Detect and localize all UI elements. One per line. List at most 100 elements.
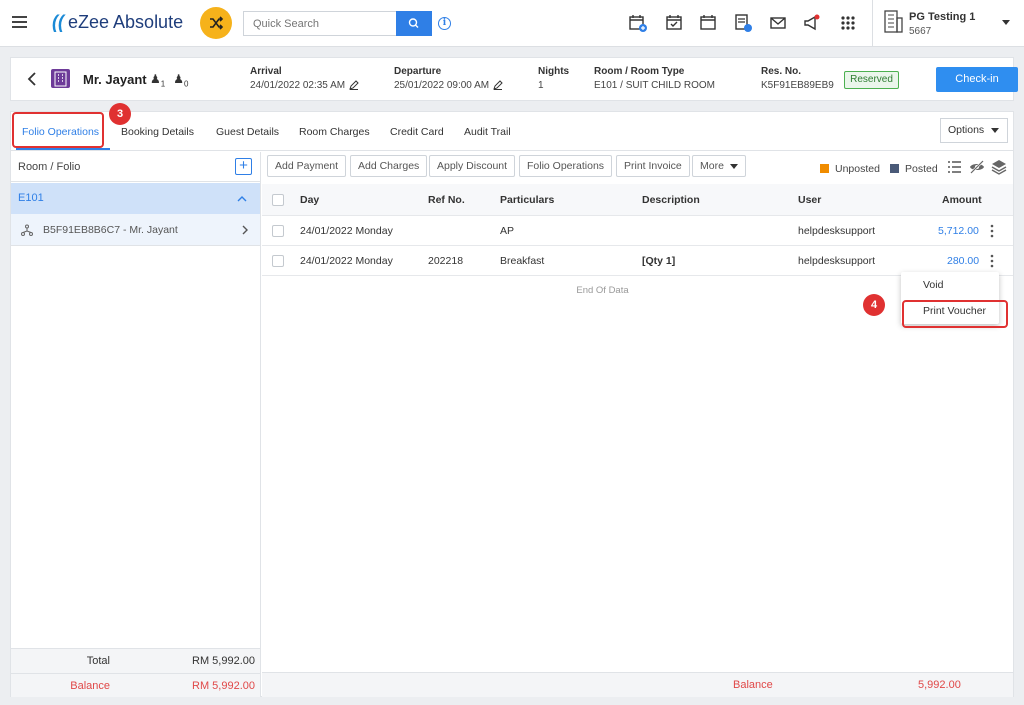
cell-particulars: Breakfast [500, 255, 545, 267]
cell-user: helpdesksupport [798, 255, 876, 267]
col-description[interactable]: Description [642, 194, 700, 206]
chevron-right-icon[interactable] [242, 225, 249, 235]
edit-icon[interactable] [493, 80, 503, 91]
chevron-up-icon[interactable] [237, 195, 247, 202]
res-no-field: Res. No. K5F91EB89EB9 [761, 66, 834, 91]
tab-room-charges[interactable]: Room Charges [299, 126, 370, 138]
list-icon[interactable] [946, 159, 962, 175]
apply-discount-button[interactable]: Apply Discount [429, 155, 516, 177]
back-icon[interactable] [27, 72, 36, 86]
hotel-icon [51, 69, 70, 88]
annotation-highlight-folio-tab [12, 112, 104, 148]
unposted-legend: Unposted [820, 163, 880, 175]
calendar-add-icon[interactable] [628, 13, 648, 33]
add-folio-button[interactable]: + [235, 158, 252, 175]
tab-booking-details[interactable]: Booking Details [121, 126, 194, 138]
eye-off-icon[interactable] [969, 159, 985, 175]
folio-panel-title: Room / Folio [18, 161, 81, 173]
layers-icon[interactable] [991, 159, 1007, 175]
add-payment-button[interactable]: Add Payment [267, 155, 347, 177]
child-icon: ♟0 [173, 72, 189, 89]
balance-value: RM 5,992.00 [192, 680, 255, 692]
cell-day: 24/01/2022 Monday [300, 225, 393, 237]
calendar-icon[interactable] [698, 13, 718, 33]
folio-panel: Room / Folio + E101 B5F91EB8B6C7 - Mr. J… [11, 152, 261, 697]
tab-credit-card[interactable]: Credit Card [390, 126, 444, 138]
folio-panel-header: Room / Folio + [11, 152, 260, 182]
more-vertical-icon[interactable] [990, 224, 994, 238]
col-user[interactable]: User [798, 194, 821, 206]
top-bar: ((eZee Absolute i PG Testing 1 5667 [0, 0, 1024, 47]
mail-icon[interactable] [768, 13, 788, 33]
calendar-check-icon[interactable] [664, 13, 684, 33]
row-checkbox[interactable] [272, 255, 284, 267]
tab-guest-details[interactable]: Guest Details [216, 126, 279, 138]
options-dropdown[interactable]: Options [940, 118, 1008, 143]
total-row: Total RM 5,992.00 [11, 649, 260, 673]
row-checkbox[interactable] [272, 225, 284, 237]
adult-icon: ♟1 [150, 72, 166, 89]
ledger-balance-footer: Balance 5,992.00 [262, 672, 1013, 697]
col-particulars[interactable]: Particulars [500, 194, 554, 206]
cell-amount[interactable]: 5,712.00 [938, 225, 979, 237]
edit-icon[interactable] [349, 80, 359, 91]
ledger-balance-value: 5,992.00 [918, 679, 961, 691]
logo-text: eZee Absolute [68, 12, 184, 32]
cell-description: [Qty 1] [642, 255, 676, 267]
cell-day: 24/01/2022 Monday [300, 255, 393, 267]
select-all-checkbox[interactable] [272, 194, 284, 206]
search-button[interactable] [396, 11, 432, 36]
search-icon [408, 18, 419, 28]
col-ref-no[interactable]: Ref No. [428, 194, 465, 206]
property-id: 5667 [909, 26, 932, 37]
shuffle-icon[interactable] [200, 7, 232, 39]
posted-legend: Posted [890, 163, 938, 175]
tab-audit-trail[interactable]: Audit Trail [464, 126, 511, 138]
add-charges-button[interactable]: Add Charges [350, 155, 428, 177]
announcement-icon[interactable] [802, 13, 822, 33]
room-label: E101 [18, 192, 44, 204]
departure-field: Departure 25/01/2022 09:00 AM [394, 66, 503, 91]
total-label: Total [86, 655, 110, 667]
info-icon[interactable]: i [438, 17, 451, 30]
reservation-header: Mr. Jayant ♟1 ♟0 Arrival 24/01/2022 02:3… [10, 57, 1018, 101]
logo-mark: (( [52, 12, 64, 32]
ledger-panel: Add Payment Add Charges Apply Discount F… [262, 152, 1013, 697]
folio-totals: Total RM 5,992.00 Balance RM 5,992.00 [11, 648, 260, 697]
app-logo[interactable]: ((eZee Absolute [52, 12, 183, 33]
chevron-down-icon[interactable] [1002, 20, 1010, 25]
check-in-button[interactable]: Check-in [936, 67, 1018, 92]
more-vertical-icon[interactable] [990, 254, 994, 268]
room-type-field: Room / Room Type E101 / SUIT CHILD ROOM [594, 66, 715, 91]
property-name[interactable]: PG Testing 1 [909, 11, 975, 23]
folio-tree-icon [21, 224, 33, 236]
end-of-data-text: End Of Data [576, 285, 629, 296]
apps-grid-icon[interactable] [838, 13, 858, 33]
print-invoice-button[interactable]: Print Invoice [616, 155, 690, 177]
menu-icon[interactable] [12, 16, 27, 28]
tab-bar: Folio Operations Booking Details Guest D… [11, 112, 1013, 151]
billing-icon[interactable] [733, 13, 753, 33]
cell-particulars: AP [500, 225, 515, 237]
table-header: Day Ref No. Particulars Description User… [262, 184, 1013, 216]
main-panel: Folio Operations Booking Details Guest D… [10, 111, 1014, 697]
more-dropdown[interactable]: More [692, 155, 746, 177]
col-amount[interactable]: Amount [942, 194, 982, 206]
balance-row: Balance RM 5,992.00 [11, 673, 260, 697]
posted-swatch [890, 164, 899, 173]
status-badge: Reserved [844, 71, 899, 89]
table-row[interactable]: 24/01/2022 Monday AP helpdesksupport 5,7… [262, 216, 1013, 246]
chevron-down-icon [729, 163, 738, 169]
void-menu-item[interactable]: Void [901, 272, 999, 298]
col-day[interactable]: Day [300, 194, 319, 206]
folio-item[interactable]: B5F91EB8B6C7 - Mr. Jayant [11, 214, 260, 246]
search-input[interactable] [243, 11, 397, 36]
cell-amount[interactable]: 280.00 [947, 255, 979, 267]
folio-label: B5F91EB8B6C7 - Mr. Jayant [43, 224, 178, 236]
cell-user: helpdesksupport [798, 225, 876, 237]
cell-ref: 202218 [428, 255, 464, 267]
folio-operations-button[interactable]: Folio Operations [519, 155, 613, 177]
total-value: RM 5,992.00 [192, 655, 255, 667]
room-item[interactable]: E101 [11, 183, 260, 214]
annotation-step-3: 3 [109, 103, 131, 125]
